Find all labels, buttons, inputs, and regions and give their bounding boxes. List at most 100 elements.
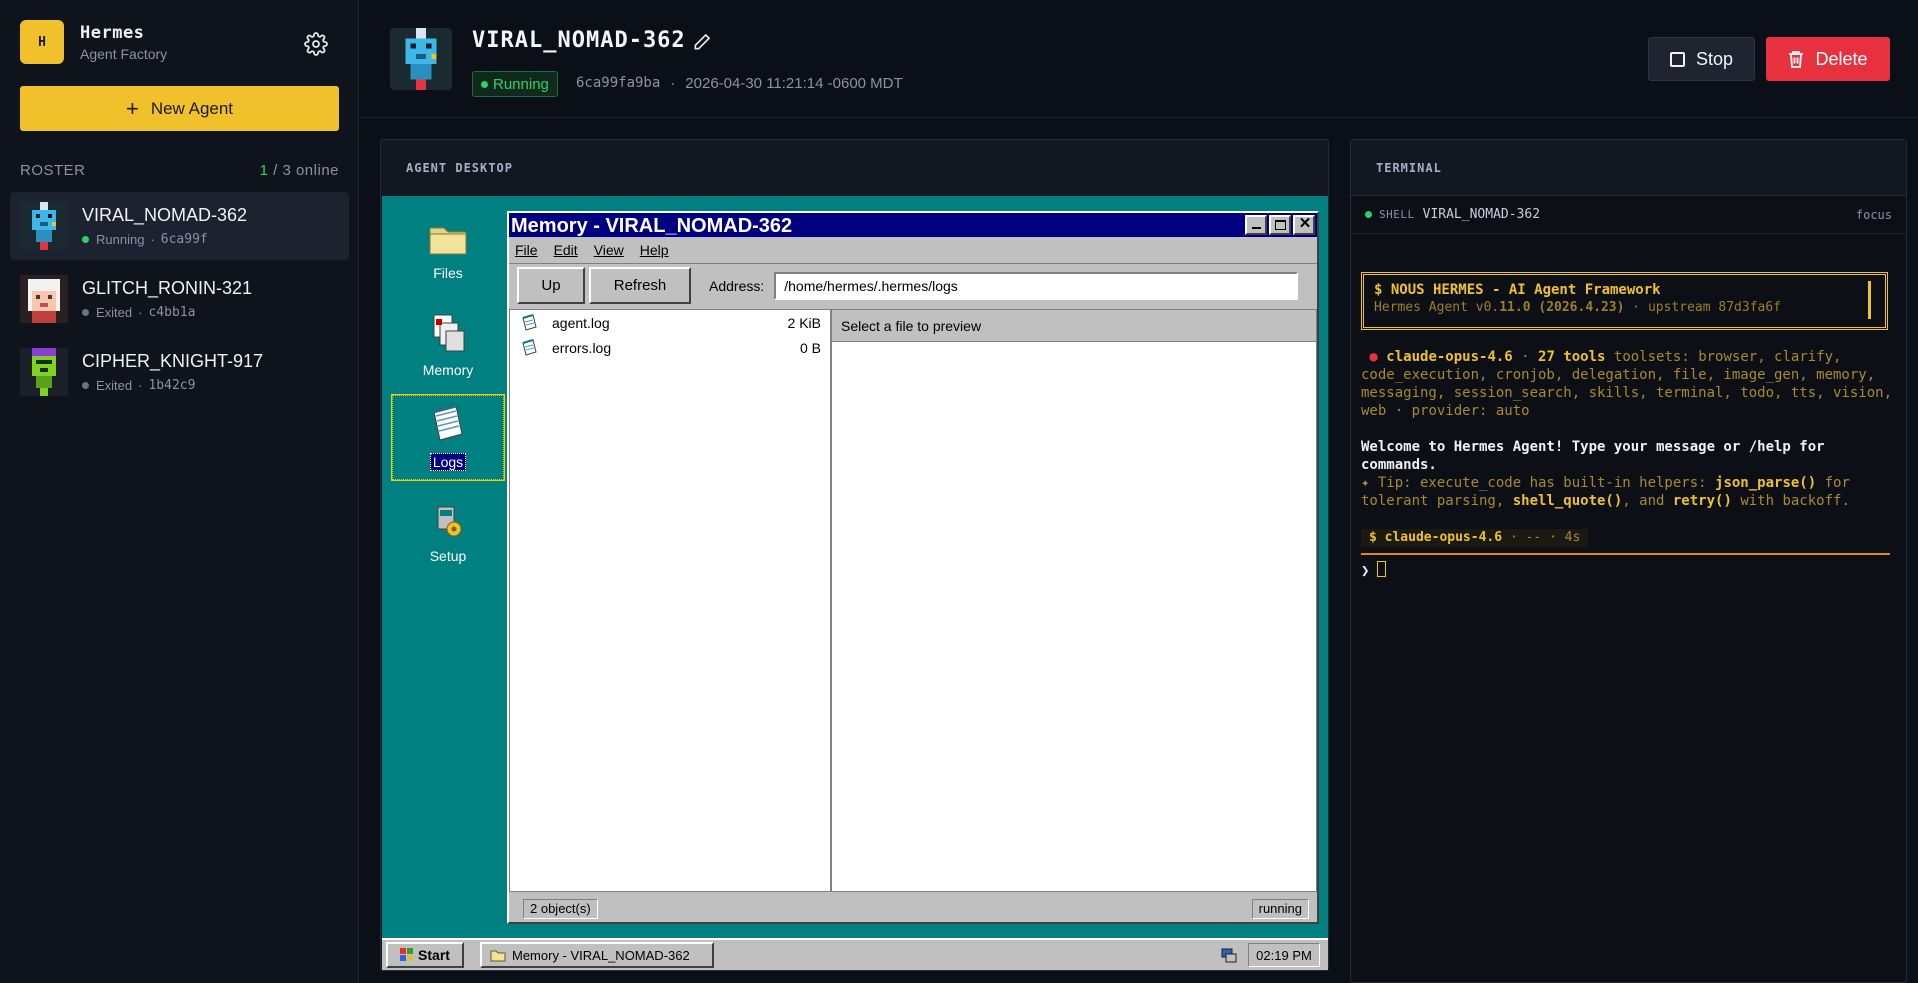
start-button[interactable]: Start bbox=[386, 942, 464, 968]
roster-item-glitch-ronin[interactable]: GLITCH_RONIN-321 Exited · c4bb1a bbox=[10, 265, 349, 333]
new-agent-label: New Agent bbox=[150, 98, 234, 118]
agent-avatar-large bbox=[390, 28, 452, 90]
panel-title: AGENT DESKTOP bbox=[406, 161, 513, 175]
panel-title: TERMINAL bbox=[1376, 161, 1442, 175]
prompt-divider bbox=[1361, 553, 1890, 555]
memory-window[interactable]: Memory - VIRAL_NOMAD-362 ✕ File Edit Vie… bbox=[507, 211, 1319, 924]
menu-help[interactable]: Help bbox=[640, 242, 669, 258]
window-toolbar: Up Refresh Address: /home/hermes/.hermes… bbox=[509, 263, 1317, 307]
windows-logo-icon bbox=[400, 948, 414, 961]
agent-avatar bbox=[20, 348, 68, 396]
app-name: Hermes bbox=[80, 22, 145, 43]
terminal-banner: $ NOUS HERMES - AI Agent Framework Herme… bbox=[1361, 272, 1888, 330]
maximize-button[interactable] bbox=[1269, 215, 1291, 235]
new-agent-button[interactable]: + New Agent bbox=[20, 86, 339, 131]
terminal-output[interactable]: $ NOUS HERMES - AI Agent Framework Herme… bbox=[1361, 272, 1896, 580]
welcome-message: Welcome to Hermes Agent! Type your messa… bbox=[1361, 439, 1825, 473]
taskbar: Start Memory - VIRAL_NOMAD-362 02:19 PM bbox=[382, 938, 1328, 970]
delete-button[interactable]: Delete bbox=[1766, 37, 1890, 81]
agent-header: VIRAL_NOMAD-362 Running 6ca99fa9ba · 202… bbox=[360, 0, 1918, 118]
terminal-input[interactable]: ❯ bbox=[1361, 561, 1896, 580]
network-icon[interactable] bbox=[1220, 946, 1238, 964]
process-state: running bbox=[1251, 899, 1309, 919]
roster-item-viral-nomad[interactable]: VIRAL_NOMAD-362 Running · 6ca99f bbox=[10, 192, 349, 260]
desktop-icon-setup[interactable]: Setup bbox=[392, 501, 504, 564]
prompt-status: $ claude-opus-4.6 · -- · 4s bbox=[1361, 528, 1896, 547]
agent-name: GLITCH_RONIN-321 bbox=[82, 278, 253, 298]
stop-icon bbox=[1669, 51, 1685, 67]
minimize-button[interactable] bbox=[1245, 215, 1267, 235]
file-item[interactable]: errors.log 0 B bbox=[510, 335, 830, 360]
plus-icon: + bbox=[125, 95, 139, 121]
desktop-icon-memory[interactable]: Memory bbox=[392, 311, 504, 378]
stop-button[interactable]: Stop bbox=[1648, 37, 1755, 81]
shell-tag: SHELL bbox=[1379, 208, 1415, 221]
folder-icon bbox=[490, 950, 506, 961]
memory-icon bbox=[433, 314, 465, 352]
text-cursor bbox=[1377, 561, 1387, 577]
desktop-icon-files[interactable]: Files bbox=[392, 218, 504, 281]
log-file-icon bbox=[522, 313, 537, 331]
log-file-icon bbox=[522, 338, 537, 356]
desktop-icon-logs[interactable]: Logs bbox=[391, 394, 505, 481]
window-title-bar[interactable]: Memory - VIRAL_NOMAD-362 ✕ bbox=[509, 213, 1317, 237]
shell-name: VIRAL_NOMAD-362 bbox=[1422, 207, 1541, 222]
status-dot bbox=[1365, 211, 1372, 218]
notepad-icon bbox=[432, 404, 463, 441]
edit-pencil-icon[interactable] bbox=[692, 32, 712, 52]
app-subtitle: Agent Factory bbox=[80, 45, 168, 62]
terminal-panel: TERMINAL SHELL VIRAL_NOMAD-362 focus $ N… bbox=[1350, 139, 1907, 983]
menu-edit[interactable]: Edit bbox=[554, 242, 578, 258]
agent-name: CIPHER_KNIGHT-917 bbox=[82, 351, 264, 371]
brand-logo: H bbox=[20, 20, 64, 64]
file-list: agent.log 2 KiB errors.log 0 B bbox=[509, 309, 831, 892]
menu-file[interactable]: File bbox=[515, 242, 538, 258]
taskbar-clock: 02:19 PM bbox=[1248, 943, 1320, 967]
agent-meta: 6ca99fa9ba · 2026-04-30 11:21:14 -0600 M… bbox=[576, 75, 903, 92]
page-title: VIRAL_NOMAD-362 bbox=[472, 28, 686, 53]
desktop-screen[interactable]: Files Memory Logs Setup Memory - VIRAL_N… bbox=[382, 196, 1328, 970]
system-tray: 02:19 PM bbox=[1220, 943, 1320, 967]
agent-status: Exited · c4bb1a bbox=[82, 305, 252, 320]
gear-icon[interactable] bbox=[304, 32, 328, 56]
window-status-bar: 2 object(s) running bbox=[509, 898, 1317, 920]
status-dot bbox=[481, 80, 488, 88]
focus-button[interactable]: focus bbox=[1856, 208, 1892, 222]
agent-desktop-panel: AGENT DESKTOP Files Memory Logs Setup Me… bbox=[380, 139, 1329, 971]
roster-header: ROSTER 1 / 3 online bbox=[20, 162, 339, 179]
online-count: 1 / 3 online bbox=[259, 162, 339, 179]
preview-placeholder: Select a file to preview bbox=[832, 310, 1316, 342]
tip-message: ✦ Tip: execute_code has built-in helpers… bbox=[1361, 475, 1850, 509]
model-info: ● claude-opus-4.6 · 27 tools toolsets: b… bbox=[1361, 349, 1893, 419]
agent-name: VIRAL_NOMAD-362 bbox=[82, 205, 248, 225]
agent-timestamp: 2026-04-30 11:21:14 -0600 MDT bbox=[685, 75, 903, 92]
address-input[interactable]: /home/hermes/.hermes/logs bbox=[774, 271, 1299, 300]
refresh-button[interactable]: Refresh bbox=[589, 267, 691, 304]
sidebar: H Hermes Agent Factory + New Agent ROSTE… bbox=[0, 0, 359, 983]
status-badge: Running bbox=[472, 71, 558, 97]
roster-label: ROSTER bbox=[20, 162, 86, 179]
close-button[interactable]: ✕ bbox=[1293, 215, 1315, 235]
menu-view[interactable]: View bbox=[594, 242, 624, 258]
roster-item-cipher-knight[interactable]: CIPHER_KNIGHT-917 Exited · 1b42c9 bbox=[10, 338, 349, 406]
taskbar-window-memory[interactable]: Memory - VIRAL_NOMAD-362 bbox=[480, 942, 714, 968]
object-count: 2 object(s) bbox=[523, 899, 598, 919]
agent-status: Exited · 1b42c9 bbox=[82, 378, 263, 393]
terminal-header: TERMINAL bbox=[1351, 140, 1906, 196]
setup-icon bbox=[437, 506, 462, 537]
status-dot bbox=[82, 309, 89, 316]
file-item[interactable]: agent.log 2 KiB bbox=[510, 310, 830, 335]
address-label: Address: bbox=[709, 277, 765, 294]
preview-pane: Select a file to preview bbox=[831, 309, 1317, 892]
menu-bar: File Edit View Help bbox=[509, 237, 1317, 263]
shell-bar: SHELL VIRAL_NOMAD-362 focus bbox=[1351, 196, 1906, 234]
agent-hash: 6ca99fa9ba bbox=[576, 75, 661, 91]
agent-avatar bbox=[20, 202, 68, 250]
trash-icon bbox=[1789, 51, 1804, 68]
brand: H Hermes Agent Factory bbox=[20, 20, 167, 64]
agent-status: Running · 6ca99f bbox=[82, 232, 247, 247]
folder-icon bbox=[429, 227, 467, 255]
agent-avatar bbox=[20, 275, 68, 323]
status-dot bbox=[82, 236, 89, 243]
up-button[interactable]: Up bbox=[517, 267, 585, 304]
